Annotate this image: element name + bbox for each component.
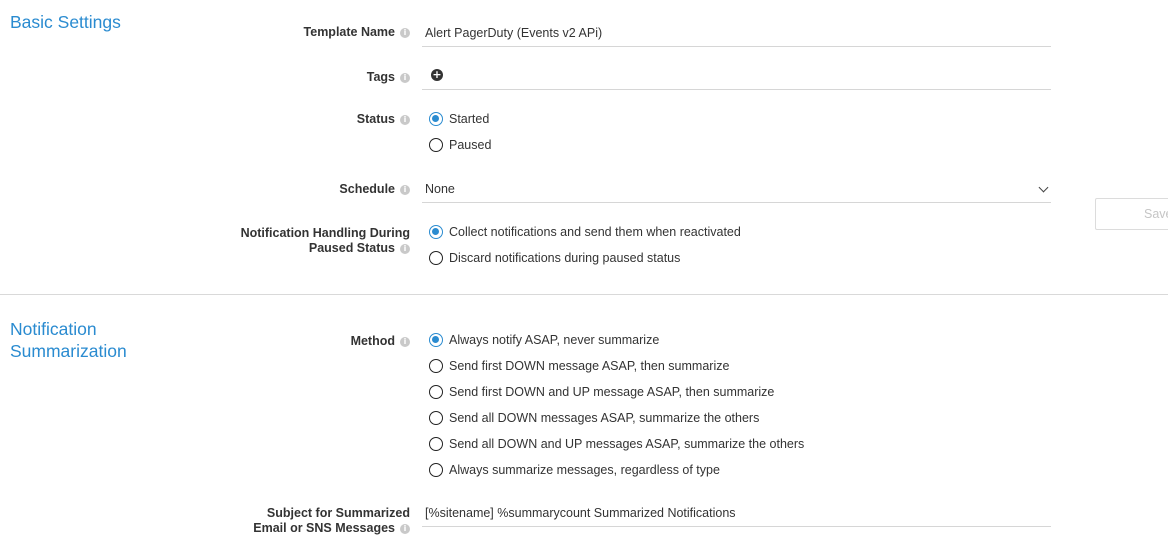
status-label: Status i xyxy=(357,112,410,127)
status-option-label: Started xyxy=(449,112,490,126)
paused-handling-option-discard[interactable]: Discard notifications during paused stat… xyxy=(429,249,680,267)
schedule-value: None xyxy=(425,182,455,196)
info-icon[interactable]: i xyxy=(400,115,410,125)
tags-label-text: Tags xyxy=(366,70,395,84)
method-option-label: Send all DOWN messages ASAP, summarize t… xyxy=(449,411,760,425)
tags-field xyxy=(422,70,1051,90)
paused-handling-option-label: Collect notifications and send them when… xyxy=(449,225,741,239)
status-label-text: Status xyxy=(356,112,395,126)
radio-button[interactable] xyxy=(429,463,443,477)
section-divider xyxy=(0,294,1168,295)
save-button[interactable]: Save xyxy=(1095,198,1168,230)
paused-handling-label-line2: Paused Status xyxy=(308,241,395,255)
schedule-label-text: Schedule xyxy=(339,182,395,196)
method-option[interactable]: Send all DOWN and UP messages ASAP, summ… xyxy=(429,435,804,453)
info-icon[interactable]: i xyxy=(400,28,410,38)
radio-button[interactable] xyxy=(429,251,443,265)
paused-handling-option-collect[interactable]: Collect notifications and send them when… xyxy=(429,223,741,241)
template-name-label-text: Template Name xyxy=(303,25,395,39)
method-option[interactable]: Always notify ASAP, never summarize xyxy=(429,331,659,349)
section-title-basic-settings: Basic Settings xyxy=(10,12,121,32)
template-name-value: Alert PagerDuty (Events v2 APi) xyxy=(425,26,603,40)
paused-handling-label-line1: Notification Handling During xyxy=(240,226,410,240)
method-option-label: Send all DOWN and UP messages ASAP, summ… xyxy=(449,437,805,451)
radio-button-checked[interactable] xyxy=(429,225,443,239)
method-label-text: Method xyxy=(350,334,395,348)
radio-button[interactable] xyxy=(429,385,443,399)
subject-field[interactable]: [%sitename] %summarycount Summarized Not… xyxy=(422,506,1051,527)
method-option-label: Send first DOWN and UP message ASAP, the… xyxy=(449,385,775,399)
radio-button[interactable] xyxy=(429,359,443,373)
method-option-label: Send first DOWN message ASAP, then summa… xyxy=(449,359,730,373)
radio-button[interactable] xyxy=(429,138,443,152)
plus-circle-icon[interactable]: + xyxy=(431,69,443,81)
subject-label: Subject for Summarized Email or SNS Mess… xyxy=(253,506,410,536)
radio-button-checked[interactable] xyxy=(429,333,443,347)
subject-label-line2: Email or SNS Messages xyxy=(253,521,395,535)
status-option-label: Paused xyxy=(449,138,492,152)
subject-label-line1: Subject for Summarized xyxy=(266,506,410,520)
template-name-label: Template Name i xyxy=(304,25,410,40)
radio-button-checked[interactable] xyxy=(429,112,443,126)
info-icon[interactable]: i xyxy=(400,337,410,347)
radio-button[interactable] xyxy=(429,437,443,451)
method-option[interactable]: Send first DOWN message ASAP, then summa… xyxy=(429,357,729,375)
method-option[interactable]: Send first DOWN and UP message ASAP, the… xyxy=(429,383,774,401)
schedule-select[interactable]: None xyxy=(422,182,1051,203)
info-icon[interactable]: i xyxy=(400,73,410,83)
info-icon[interactable]: i xyxy=(400,524,410,534)
section-title-notification-summarization: Notification Summarization xyxy=(10,318,127,362)
section-title-line2: Summarization xyxy=(10,341,127,361)
method-option[interactable]: Send all DOWN messages ASAP, summarize t… xyxy=(429,409,759,427)
info-icon[interactable]: i xyxy=(400,244,410,254)
schedule-label: Schedule i xyxy=(339,182,410,197)
info-icon[interactable]: i xyxy=(400,185,410,195)
chevron-down-icon[interactable] xyxy=(1038,182,1049,193)
template-name-field[interactable]: Alert PagerDuty (Events v2 APi) xyxy=(422,26,1051,47)
paused-handling-label: Notification Handling During Paused Stat… xyxy=(241,226,410,256)
method-label: Method i xyxy=(351,334,410,349)
status-option-started[interactable]: Started xyxy=(429,110,489,128)
tags-label: Tags i xyxy=(367,70,410,85)
radio-button[interactable] xyxy=(429,411,443,425)
method-option-label: Always summarize messages, regardless of… xyxy=(449,463,720,477)
paused-handling-option-label: Discard notifications during paused stat… xyxy=(449,251,681,265)
section-title-line1: Notification xyxy=(10,319,97,339)
status-option-paused[interactable]: Paused xyxy=(429,136,491,154)
method-option[interactable]: Always summarize messages, regardless of… xyxy=(429,461,720,479)
method-option-label: Always notify ASAP, never summarize xyxy=(449,333,660,347)
subject-value: [%sitename] %summarycount Summarized Not… xyxy=(425,506,736,520)
